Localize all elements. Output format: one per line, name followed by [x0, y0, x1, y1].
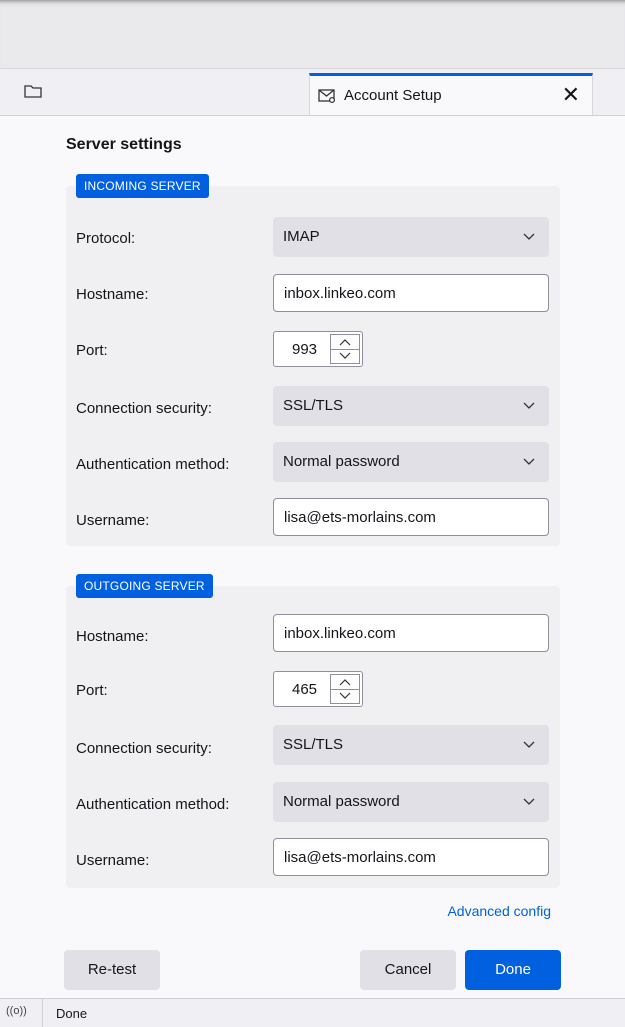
incoming-port-stepper[interactable]: 993: [273, 331, 363, 367]
tab-account-setup[interactable]: Account Setup ✕: [309, 73, 593, 115]
chevron-down-icon: [523, 229, 535, 241]
port-label: Port:: [76, 342, 108, 359]
incoming-port-value: 993: [292, 341, 318, 358]
window-titlebar: [0, 0, 625, 69]
authentication-method-label: Authentication method:: [76, 456, 230, 473]
port-spinner[interactable]: [330, 334, 360, 364]
outgoing-hostname-field[interactable]: inbox.linkeo.com: [273, 614, 549, 652]
chevron-up-icon[interactable]: [331, 335, 359, 350]
connection-security-label: Connection security:: [76, 400, 212, 417]
incoming-security-select[interactable]: SSL/TLS: [273, 386, 549, 426]
incoming-auth-value: Normal password: [283, 453, 400, 470]
incoming-security-value: SSL/TLS: [283, 397, 344, 414]
incoming-server-badge: INCOMING SERVER: [76, 174, 209, 198]
incoming-protocol-select[interactable]: IMAP: [273, 217, 549, 257]
hostname-label: Hostname:: [76, 628, 149, 645]
outgoing-username-field[interactable]: lisa@ets-morlains.com: [273, 838, 549, 876]
status-divider: [42, 999, 43, 1027]
protocol-label: Protocol:: [76, 230, 136, 247]
page-title: Server settings: [66, 136, 182, 153]
port-spinner[interactable]: [330, 674, 360, 704]
chevron-down-icon[interactable]: [331, 349, 359, 363]
account-setup-content: Server settings INCOMING SERVER Protocol…: [0, 116, 625, 998]
chevron-down-icon: [523, 737, 535, 749]
retest-button[interactable]: Re-test: [64, 950, 160, 990]
mail-settings-icon: [318, 88, 336, 104]
folder-icon[interactable]: [24, 83, 42, 99]
chevron-down-icon: [523, 454, 535, 466]
status-bar: ((o)) Done: [0, 998, 625, 1027]
outgoing-server-panel: OUTGOING SERVER Hostname: inbox.linkeo.c…: [66, 574, 560, 888]
cancel-button[interactable]: Cancel: [360, 950, 456, 990]
tab-bar: Account Setup ✕: [0, 69, 625, 116]
incoming-hostname-field[interactable]: inbox.linkeo.com: [273, 274, 549, 312]
done-button[interactable]: Done: [465, 950, 561, 990]
username-label: Username:: [76, 852, 150, 869]
chevron-down-icon[interactable]: [331, 689, 359, 703]
outgoing-server-badge: OUTGOING SERVER: [76, 574, 213, 598]
chevron-down-icon: [523, 398, 535, 410]
chevron-up-icon[interactable]: [331, 675, 359, 690]
port-label: Port:: [76, 682, 108, 699]
authentication-method-label: Authentication method:: [76, 796, 230, 813]
outgoing-port-value: 465: [292, 681, 318, 698]
incoming-auth-select[interactable]: Normal password: [273, 442, 549, 482]
outgoing-security-value: SSL/TLS: [283, 736, 344, 753]
tab-label: Account Setup: [344, 87, 442, 104]
outgoing-security-select[interactable]: SSL/TLS: [273, 725, 549, 765]
advanced-config-link[interactable]: Advanced config: [447, 903, 551, 919]
connection-security-label: Connection security:: [76, 740, 212, 757]
incoming-username-field[interactable]: lisa@ets-morlains.com: [273, 498, 549, 536]
status-text: Done: [56, 1006, 88, 1021]
outgoing-auth-select[interactable]: Normal password: [273, 782, 549, 822]
incoming-protocol-value: IMAP: [283, 228, 320, 245]
username-label: Username:: [76, 512, 150, 529]
activity-icon: ((o)): [6, 1005, 27, 1017]
chevron-down-icon: [523, 794, 535, 806]
outgoing-auth-value: Normal password: [283, 793, 400, 810]
incoming-server-panel: INCOMING SERVER Protocol: IMAP Hostname:…: [66, 174, 560, 546]
outgoing-port-stepper[interactable]: 465: [273, 671, 363, 707]
hostname-label: Hostname:: [76, 286, 149, 303]
close-icon[interactable]: ✕: [562, 82, 580, 108]
